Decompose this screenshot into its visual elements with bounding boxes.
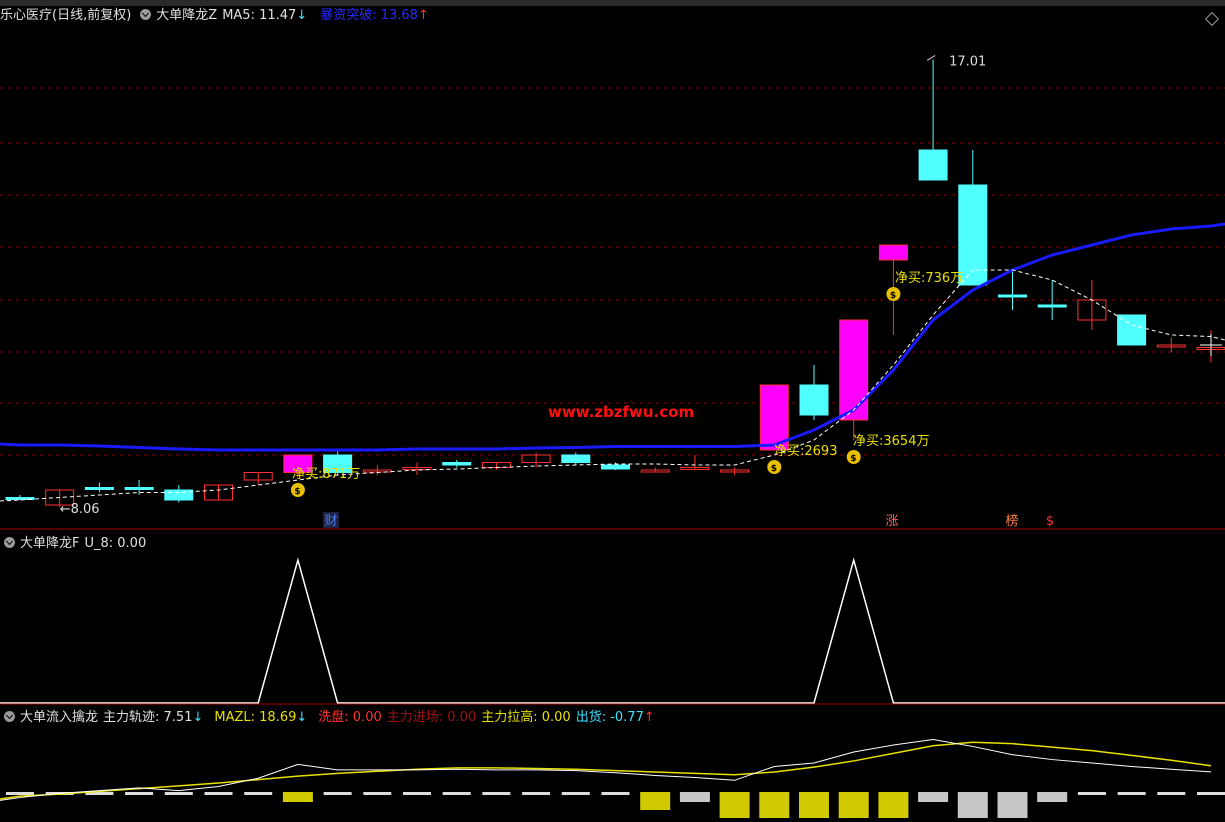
candle-body: [839, 319, 869, 421]
panel3-menu-icon[interactable]: [4, 711, 15, 722]
candle-body: [84, 487, 114, 490]
wash-label: 洗盘: 0.00: [318, 710, 382, 725]
net-buy-label: 净买:736万: [895, 271, 963, 286]
money-bag-symbol: $: [294, 487, 300, 497]
badge-0: 财: [324, 514, 337, 529]
money-bag-symbol: $: [850, 454, 856, 464]
force-bar: [679, 792, 710, 802]
flat-bar: [1117, 792, 1146, 795]
flat-bar: [561, 792, 590, 795]
panel3-name: 大单流入擒龙: [20, 710, 99, 725]
candle-body: [799, 384, 829, 416]
candle-body: [124, 487, 154, 490]
enter-label: 主力进场: 0.00: [386, 710, 477, 725]
force-bar: [1037, 792, 1068, 802]
force-bar: [719, 792, 750, 818]
candle-body: [918, 149, 948, 181]
flat-bar: [6, 792, 34, 795]
lift-label: 主力拉高: 0.00: [481, 710, 571, 725]
high-marker: [926, 55, 936, 61]
force-bar: [759, 792, 790, 818]
candle-body: [1037, 304, 1067, 308]
candle-body: [878, 244, 908, 261]
watermark-text: www.zbzfwu.com: [548, 403, 694, 421]
force-bar: [838, 792, 869, 818]
candle-body: [601, 464, 630, 470]
flat-bar: [482, 792, 511, 795]
flat-bar: [1077, 792, 1106, 795]
badge-2: 榜: [1005, 513, 1018, 529]
money-bag-symbol: $: [771, 464, 777, 474]
flat-bar: [363, 792, 392, 795]
candle-body: [1117, 314, 1147, 346]
flat-bar: [323, 792, 352, 795]
net-buy-label: 净买:2693: [774, 444, 837, 459]
candlestick-chart: 17.01 ←8.06 $ 净买:871万 $ 净买:2693 $ 净买:3654万 $ 净买:7…: [0, 55, 1225, 530]
force-bar: [282, 792, 313, 802]
badge-1: 涨: [885, 514, 898, 529]
flat-bar: [204, 792, 233, 795]
mazl-down-arrow-icon: ↓: [296, 710, 308, 725]
net-buy-label: 净买:871万: [292, 467, 360, 482]
force-bar: [640, 792, 671, 810]
flat-bar: [244, 792, 273, 795]
candle-body: [164, 489, 194, 501]
flat-bar: [1157, 792, 1186, 795]
u8-line: [0, 557, 1225, 704]
track-down-arrow-icon: ↓: [192, 710, 204, 725]
flat-bar: [442, 792, 471, 795]
flat-bar: [125, 792, 154, 795]
flat-bar: [601, 792, 630, 795]
net-buy-label: 净买:3654万: [853, 434, 929, 449]
force-bar: [957, 792, 988, 818]
ship-up-arrow-icon: ↑: [643, 710, 655, 725]
mazl-label: MAZL: 18.69: [214, 710, 297, 725]
low-label: ←8.06: [60, 502, 100, 517]
flat-bar: [522, 792, 551, 795]
force-bar: [799, 792, 829, 818]
candle-body: [442, 462, 472, 466]
force-bar: [918, 792, 949, 802]
high-label: 17.01: [949, 55, 986, 70]
track-label: 主力轨迹: 7.51: [103, 710, 193, 725]
candle-body: [998, 294, 1027, 298]
flat-bar: [403, 792, 431, 795]
panel3-header: 大单流入擒龙 主力轨迹: 7.51↓ MAZL: 18.69↓ 洗盘: 0.00 主力进…: [0, 707, 660, 729]
money-bag-symbol: $: [890, 291, 896, 301]
candle-body: [561, 454, 591, 463]
u8-signal-chart: [0, 557, 1225, 705]
badge-3: $: [1046, 514, 1054, 529]
force-bar: [997, 792, 1028, 818]
ship-label: 出货: -0.77: [575, 710, 644, 725]
force-bar: [878, 792, 909, 818]
main-force-chart: [0, 739, 1225, 818]
flat-bar: [1197, 792, 1225, 795]
flat-bar: [164, 792, 193, 795]
